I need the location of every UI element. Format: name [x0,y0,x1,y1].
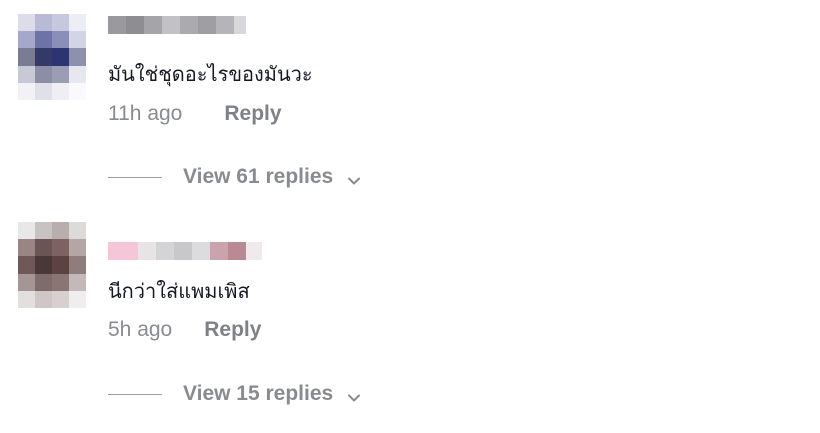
avatar-pixel [69,48,86,66]
username-pixel [126,16,144,34]
divider-line [108,393,162,395]
avatar-pixel [52,31,69,49]
divider-line [108,176,162,178]
view-replies-label: View 15 replies [183,382,334,405]
comment-meta: 11h ago Reply [108,101,282,127]
avatar-pixel [52,273,69,291]
avatar-pixel [52,239,69,257]
comment-meta: 5h ago Reply [108,317,261,343]
avatar-pixel [52,14,69,32]
avatar-pixel [35,239,52,257]
comment-section: มันใช่ชุดอะไรของมันวะ 11h ago Reply View… [0,0,820,433]
username-pixel [108,16,126,34]
chevron-down-icon [347,170,361,185]
avatar-pixel [18,31,35,49]
username-pixel [174,242,192,260]
avatar-pixel [69,14,86,32]
avatar-pixel [18,82,35,100]
avatar-pixel [69,290,86,308]
comment-text: นีกว่าใส่แพมเพิส [108,279,250,303]
avatar-pixel [52,222,69,240]
avatar-pixel [18,48,35,66]
avatar-pixel [69,273,86,291]
avatar-pixel [52,48,69,66]
view-replies-label: View 61 replies [183,165,334,188]
avatar-pixel [69,256,86,274]
username-pixel [234,16,246,34]
comment-timestamp: 5h ago [108,318,173,341]
view-replies-button[interactable]: View 15 replies [108,382,361,406]
avatar-pixel [69,31,86,49]
username-pixel [246,242,262,260]
avatar-pixel [35,65,52,83]
avatar-pixel [35,14,52,32]
comment-item: นีกว่าใส่แพมเพิส 5h ago Reply View 15 re… [0,214,820,419]
avatar-pixel [35,48,52,66]
avatar-pixel [18,256,35,274]
username-pixel [198,16,216,34]
avatar-pixel [18,273,35,291]
comment-item: มันใช่ชุดอะไรของมันวะ 11h ago Reply View… [0,0,820,200]
avatar-pixel [18,222,35,240]
avatar-pixel [35,273,52,291]
avatar-pixel [69,239,86,257]
chevron-down-icon [347,387,361,402]
username-pixel [144,16,162,34]
avatar-pixel [52,256,69,274]
view-replies-button[interactable]: View 61 replies [108,165,361,189]
avatar-pixel [69,222,86,240]
avatar-pixel [18,65,35,83]
avatar[interactable] [18,222,86,308]
avatar-pixel [18,290,35,308]
username-blurred[interactable] [108,16,246,34]
username-pixel [228,242,246,260]
avatar-pixel [35,290,52,308]
avatar-pixel [18,14,35,32]
avatar-pixel [35,31,52,49]
username-blurred[interactable] [108,242,262,260]
reply-button[interactable]: Reply [204,317,261,343]
username-pixel [216,16,234,34]
avatar-pixel [69,82,86,100]
avatar-pixel [35,256,52,274]
avatar-pixel [69,65,86,83]
username-pixel [192,242,210,260]
username-pixel [108,242,138,260]
avatar-pixel [52,65,69,83]
avatar-pixel [18,239,35,257]
avatar-pixel [52,290,69,308]
username-pixel [210,242,228,260]
avatar[interactable] [18,14,86,100]
avatar-pixel [35,82,52,100]
reply-button[interactable]: Reply [224,101,281,127]
avatar-pixel [52,82,69,100]
comment-text: มันใช่ชุดอะไรของมันวะ [108,62,313,86]
username-pixel [138,242,156,260]
username-pixel [180,16,198,34]
username-pixel [156,242,174,260]
username-pixel [162,16,180,34]
avatar-pixel [35,222,52,240]
comment-timestamp: 11h ago [108,102,183,125]
